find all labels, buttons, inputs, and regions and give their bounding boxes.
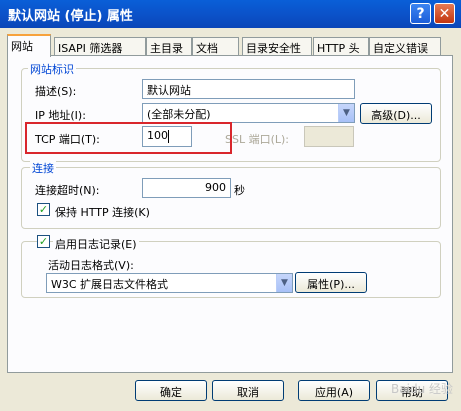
apply-button[interactable]: 应用(A) <box>298 380 370 401</box>
properties-dialog: 默认网站 (停止) 属性 ? ✕ 网站 ISAPI 筛选器 主目录 文档 目录安… <box>0 0 461 411</box>
tab-home-directory[interactable]: 主目录 <box>146 37 192 56</box>
keepalive-checkbox[interactable]: ✓ <box>37 203 50 216</box>
tab-custom-errors[interactable]: 自定义错误 <box>369 37 441 56</box>
log-format-value: W3C 扩展日志文件格式 <box>51 278 169 291</box>
log-properties-button[interactable]: 属性(P)... <box>295 272 367 293</box>
website-identification-legend: 网站标识 <box>28 61 76 77</box>
enable-logging-checkbox[interactable]: ✓ <box>37 235 50 248</box>
tab-http-headers[interactable]: HTTP 头 <box>313 37 369 56</box>
ssl-port-label: SSL 端口(L): <box>225 133 290 146</box>
ok-button[interactable]: 确定 <box>135 380 207 401</box>
tab-directory-security[interactable]: 目录安全性 <box>242 37 312 56</box>
ip-address-value: (全部未分配) <box>147 108 211 121</box>
enable-logging-label: 启用日志记录(E) <box>53 236 139 252</box>
highlight-annotation <box>25 122 232 154</box>
keepalive-label: 保持 HTTP 连接(K) <box>55 206 150 219</box>
close-button[interactable]: ✕ <box>434 3 455 24</box>
tab-documents[interactable]: 文档 <box>192 37 239 56</box>
advanced-button[interactable]: 高级(D)... <box>360 103 432 124</box>
seconds-unit-label: 秒 <box>234 184 245 197</box>
description-label: 描述(S): <box>35 85 77 98</box>
log-format-label: 活动日志格式(V): <box>48 259 134 272</box>
log-format-select[interactable]: W3C 扩展日志文件格式 ▼ <box>46 273 293 293</box>
chevron-down-icon[interactable]: ▼ <box>276 274 292 292</box>
chevron-down-icon[interactable]: ▼ <box>338 104 354 122</box>
tab-strip: 网站 ISAPI 筛选器 主目录 文档 目录安全性 HTTP 头 自定义错误 <box>7 34 455 57</box>
tab-isapi-filters[interactable]: ISAPI 筛选器 <box>54 37 146 56</box>
title-bar: 默认网站 (停止) 属性 ? ✕ <box>0 0 461 28</box>
window-title: 默认网站 (停止) 属性 <box>8 9 133 24</box>
connection-legend: 连接 <box>30 160 56 176</box>
cancel-button[interactable]: 取消 <box>212 380 284 401</box>
ip-address-label: IP 地址(I): <box>35 109 86 122</box>
ip-address-select[interactable]: (全部未分配) ▼ <box>142 103 355 123</box>
description-input[interactable]: 默认网站 <box>142 79 355 99</box>
connection-timeout-label: 连接超时(N): <box>35 184 100 197</box>
ssl-port-input[interactable] <box>304 126 354 147</box>
connection-timeout-input[interactable]: 900 <box>142 178 231 198</box>
tab-website[interactable]: 网站 <box>7 34 51 57</box>
help-title-button[interactable]: ? <box>410 3 431 24</box>
watermark: Baidu 经验 <box>391 382 453 396</box>
tab-panel: 网站标识 描述(S): 默认网站 IP 地址(I): (全部未分配) ▼ 高级(… <box>7 55 453 373</box>
